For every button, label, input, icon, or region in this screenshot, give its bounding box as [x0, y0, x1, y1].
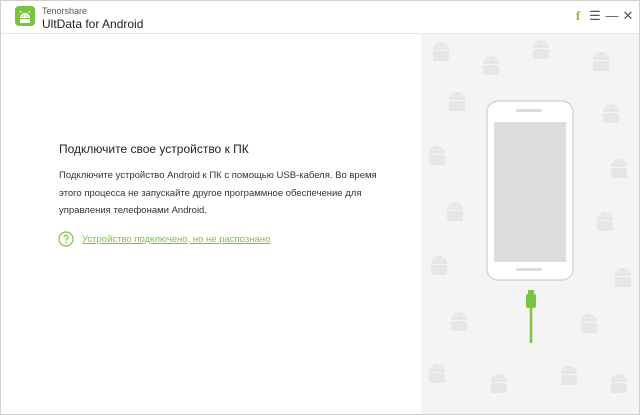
app-window: Tenorshare UltData for Android f ☰ — ✕ П… — [0, 0, 640, 415]
phone-home-bar — [516, 268, 542, 271]
connect-panel: Подключите свое устройство к ПК Подключи… — [1, 34, 421, 414]
help-link-label: Устройство подключено, но не распознано — [82, 233, 271, 245]
title-bar: Tenorshare UltData for Android f ☰ — ✕ — [1, 1, 639, 34]
smartphone-illustration — [486, 100, 574, 343]
menu-icon[interactable]: ☰ — [587, 7, 603, 25]
ultdata-logo-icon — [15, 6, 35, 26]
product-name: UltData for Android — [42, 17, 144, 31]
phone-speaker — [516, 109, 542, 112]
question-circle-icon — [58, 231, 74, 247]
page-title: Подключите свое устройство к ПК — [59, 142, 249, 156]
device-not-recognized-link[interactable]: Устройство подключено, но не распознано — [58, 230, 270, 248]
facebook-icon[interactable]: f — [570, 7, 586, 25]
instructions-text: Подключите устройство Android к ПК с пом… — [59, 170, 377, 216]
phone-screen — [494, 122, 566, 262]
minimize-icon[interactable]: — — [604, 7, 620, 25]
usb-cable-icon — [526, 290, 536, 343]
brand-name: Tenorshare — [42, 6, 88, 16]
close-icon[interactable]: ✕ — [620, 7, 636, 25]
